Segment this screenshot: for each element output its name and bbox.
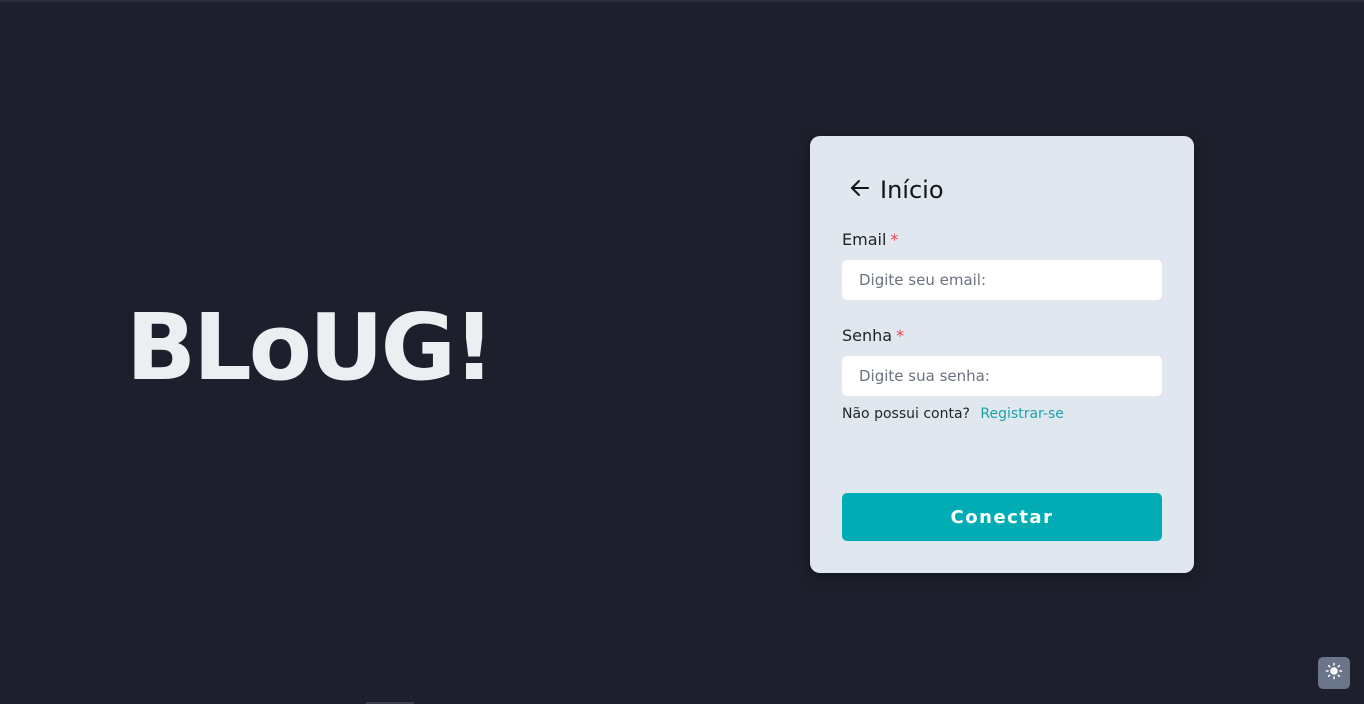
email-label-text: Email: [842, 230, 887, 249]
email-label: Email *: [842, 230, 898, 249]
login-card: Início Email* Senha* Não possui conta? R…: [810, 136, 1194, 573]
page-title: Início: [880, 176, 944, 204]
connect-button[interactable]: Conectar: [842, 493, 1162, 541]
password-label-text: Senha: [842, 326, 893, 345]
arrow-left-icon: [848, 176, 872, 204]
brand-logo-text: BLoUG!: [126, 294, 495, 401]
login-page: BLoUG! Início Email* Senha* Não possui c…: [0, 0, 1364, 704]
email-field[interactable]: [842, 260, 1162, 300]
sun-icon: [1325, 662, 1343, 684]
register-prompt: Não possui conta?: [842, 406, 970, 422]
password-required-mark: *: [896, 326, 905, 345]
register-link[interactable]: Registrar-se: [980, 406, 1063, 422]
theme-toggle-button[interactable]: [1318, 657, 1350, 689]
password-field[interactable]: [842, 356, 1162, 396]
email-required-mark: *: [890, 230, 899, 249]
back-home-link[interactable]: Início: [848, 176, 944, 204]
password-label: Senha *: [842, 326, 904, 345]
register-row: Não possui conta? Registrar-se: [842, 406, 1064, 422]
